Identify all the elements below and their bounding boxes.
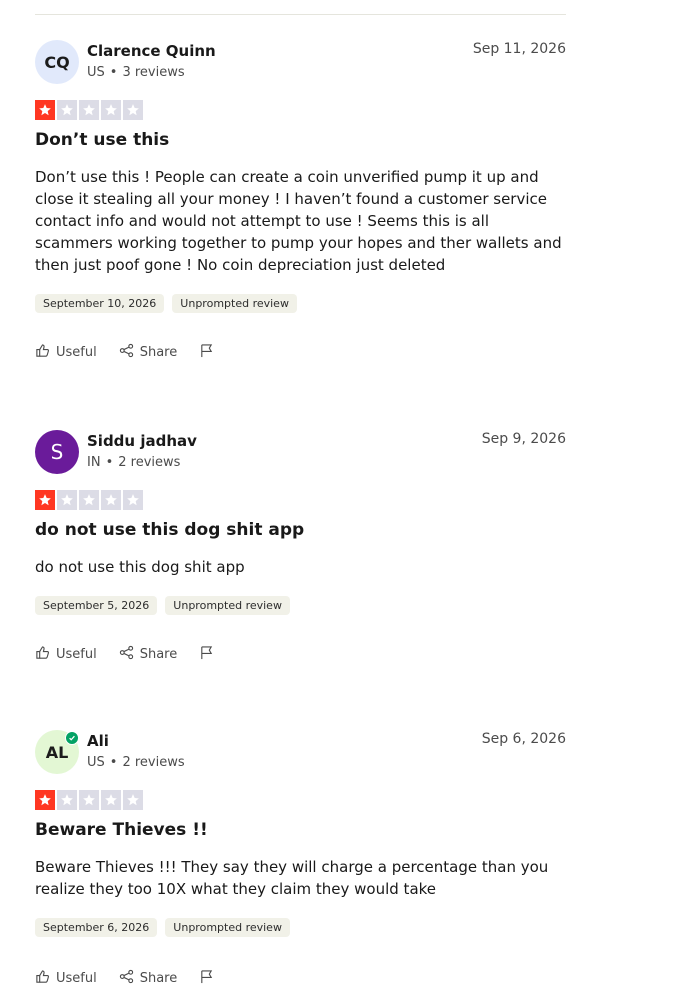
review-date: Sep 9, 2026 [481,431,566,447]
separator-dot: • [109,65,118,80]
share-button[interactable]: Share [119,969,178,988]
review-actions: Useful Share [35,969,566,988]
experience-date-chip: September 6, 2026 [35,918,158,937]
avatar[interactable]: S [35,430,79,474]
avatar-initials: CQ [44,52,70,72]
separator-dot: • [109,755,118,770]
share-label: Share [139,971,178,986]
review-actions: Useful Share [35,645,566,664]
share-icon [119,645,134,664]
review-body: Beware Thieves !!! They say they will ch… [35,858,549,898]
report-button[interactable] [199,343,214,362]
star-rating [35,790,566,810]
star-empty-icon [123,100,143,120]
useful-label: Useful [56,345,97,360]
report-button[interactable] [199,645,214,664]
share-button[interactable]: Share [119,645,178,664]
review-card: AL Ali US • 2 reviews Sep 6, 2026 Beware… [35,730,566,988]
review-actions: Useful Share [35,343,566,362]
thumbs-up-icon [35,969,50,988]
star-empty-icon [123,790,143,810]
review-card: CQ Clarence Quinn US • 3 reviews Sep 11,… [35,40,566,362]
review-type-chip[interactable]: Unprompted review [172,294,297,313]
useful-button[interactable]: Useful [35,343,97,362]
divider [35,14,566,15]
useful-label: Useful [56,971,97,986]
reviewer-meta: IN • 2 reviews [87,455,180,470]
useful-label: Useful [56,647,97,662]
review-chips: September 6, 2026 Unprompted review [35,918,566,937]
reviewer-meta: US • 2 reviews [87,755,185,770]
star-empty-icon [57,790,77,810]
review-title[interactable]: do not use this dog shit app [35,520,566,540]
flag-icon [199,969,214,988]
reviewer-name[interactable]: Ali [87,732,109,750]
reviewer-country: US [87,755,105,770]
avatar-initials: AL [45,742,69,762]
review-header: CQ Clarence Quinn US • 3 reviews Sep 11,… [35,40,566,86]
verified-check-icon [65,731,79,745]
star-rating [35,490,566,510]
star-filled-icon [35,100,55,120]
star-empty-icon [101,490,121,510]
reviewer-review-count: 2 reviews [122,755,185,770]
avatar-initials: S [50,440,64,464]
avatar[interactable]: CQ [35,40,79,84]
avatar[interactable]: AL [35,730,79,774]
star-empty-icon [101,790,121,810]
thumbs-up-icon [35,645,50,664]
reviewer-name[interactable]: Siddu jadhav [87,432,197,450]
reviewer-name[interactable]: Clarence Quinn [87,42,216,60]
star-empty-icon [101,100,121,120]
star-empty-icon [79,490,99,510]
share-label: Share [139,345,178,360]
review-chips: September 10, 2026 Unprompted review [35,294,566,313]
reviewer-review-count: 2 reviews [118,455,181,470]
star-filled-icon [35,790,55,810]
star-empty-icon [123,490,143,510]
review-title[interactable]: Beware Thieves !! [35,820,566,840]
review-body: Don’t use this ! People can create a coi… [35,168,562,274]
flag-icon [199,343,214,362]
review-type-chip[interactable]: Unprompted review [165,596,290,615]
review-card: S Siddu jadhav IN • 2 reviews Sep 9, 202… [35,430,566,664]
reviewer-country: US [87,65,105,80]
star-empty-icon [79,100,99,120]
reviewer-review-count: 3 reviews [122,65,185,80]
review-type-chip[interactable]: Unprompted review [165,918,290,937]
review-body: do not use this dog shit app [35,558,245,576]
useful-button[interactable]: Useful [35,969,97,988]
review-title[interactable]: Don’t use this [35,130,566,150]
star-rating [35,100,566,120]
share-button[interactable]: Share [119,343,178,362]
share-icon [119,343,134,362]
useful-button[interactable]: Useful [35,645,97,664]
reviewer-country: IN [87,455,101,470]
report-button[interactable] [199,969,214,988]
review-date: Sep 11, 2026 [472,41,566,57]
review-header: AL Ali US • 2 reviews Sep 6, 2026 [35,730,566,776]
star-filled-icon [35,490,55,510]
share-icon [119,969,134,988]
star-empty-icon [79,790,99,810]
separator-dot: • [105,455,114,470]
review-header: S Siddu jadhav IN • 2 reviews Sep 9, 202… [35,430,566,476]
star-empty-icon [57,100,77,120]
experience-date-chip: September 10, 2026 [35,294,165,313]
review-chips: September 5, 2026 Unprompted review [35,596,566,615]
reviewer-meta: US • 3 reviews [87,65,185,80]
review-date: Sep 6, 2026 [481,731,566,747]
thumbs-up-icon [35,343,50,362]
star-empty-icon [57,490,77,510]
share-label: Share [139,647,178,662]
flag-icon [199,645,214,664]
experience-date-chip: September 5, 2026 [35,596,158,615]
